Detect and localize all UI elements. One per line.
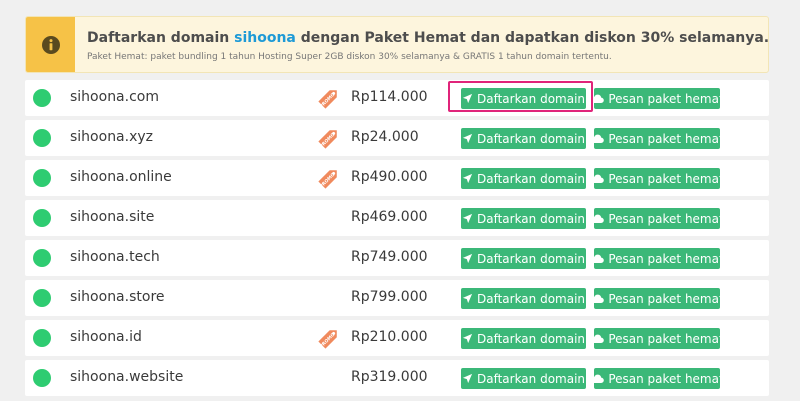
register-domain-label: Daftarkan domain bbox=[476, 291, 586, 306]
domain-price: Rp490.000 bbox=[351, 169, 428, 185]
paper-plane-icon bbox=[462, 373, 473, 384]
promo-tag-icon: PROMO bbox=[316, 165, 342, 195]
domain-name: sihoona.store bbox=[70, 289, 165, 305]
order-package-button[interactable]: Pesan paket hemat bbox=[591, 288, 724, 309]
available-status-dot bbox=[33, 169, 51, 187]
order-package-button[interactable]: Pesan paket hemat bbox=[591, 328, 724, 349]
register-domain-button[interactable]: Daftarkan domain bbox=[461, 168, 586, 189]
paper-plane-icon bbox=[462, 133, 473, 144]
domain-name: sihoona.id bbox=[70, 329, 142, 345]
order-package-button[interactable]: Pesan paket hemat bbox=[591, 128, 724, 149]
domain-name: sihoona.xyz bbox=[70, 129, 154, 145]
register-domain-button[interactable]: Daftarkan domain bbox=[461, 368, 586, 389]
order-package-label: Pesan paket hemat bbox=[608, 131, 724, 146]
domain-price: Rp749.000 bbox=[351, 249, 428, 265]
cloud-icon bbox=[591, 214, 605, 224]
order-package-label: Pesan paket hemat bbox=[608, 171, 724, 186]
register-domain-button[interactable]: Daftarkan domain bbox=[461, 288, 586, 309]
paper-plane-icon bbox=[462, 93, 473, 104]
domain-row: sihoona.website Rp319.000 Daftarkan doma… bbox=[25, 360, 769, 396]
register-domain-label: Daftarkan domain bbox=[476, 251, 586, 266]
domain-list: sihoona.com PROMO Rp114.000 Daftarkan do… bbox=[25, 80, 769, 400]
register-domain-button[interactable]: Daftarkan domain bbox=[461, 248, 586, 269]
available-status-dot bbox=[33, 369, 51, 387]
banner-brand: sihoona bbox=[234, 30, 296, 46]
domain-name: sihoona.website bbox=[70, 369, 184, 385]
register-domain-label: Daftarkan domain bbox=[476, 171, 586, 186]
order-package-button[interactable]: Pesan paket hemat bbox=[591, 168, 724, 189]
order-package-label: Pesan paket hemat bbox=[608, 211, 724, 226]
order-package-button[interactable]: Pesan paket hemat bbox=[591, 248, 724, 269]
available-status-dot bbox=[33, 329, 51, 347]
banner-title: Daftarkan domain sihoona dengan Paket He… bbox=[87, 30, 769, 46]
cloud-icon bbox=[591, 94, 605, 104]
banner-icon-box bbox=[26, 17, 75, 72]
paper-plane-icon bbox=[462, 173, 473, 184]
domain-price: Rp24.000 bbox=[351, 129, 419, 145]
register-domain-label: Daftarkan domain bbox=[476, 331, 586, 346]
promo-banner: Daftarkan domain sihoona dengan Paket He… bbox=[25, 16, 769, 73]
domain-row: sihoona.store Rp799.000 Daftarkan domain… bbox=[25, 280, 769, 316]
cloud-icon bbox=[591, 134, 605, 144]
paper-plane-icon bbox=[462, 293, 473, 304]
domain-row: sihoona.site Rp469.000 Daftarkan domain … bbox=[25, 200, 769, 236]
domain-price: Rp210.000 bbox=[351, 329, 428, 345]
cloud-icon bbox=[591, 294, 605, 304]
order-package-label: Pesan paket hemat bbox=[608, 331, 724, 346]
register-domain-button[interactable]: Daftarkan domain bbox=[461, 208, 586, 229]
available-status-dot bbox=[33, 209, 51, 227]
domain-name: sihoona.online bbox=[70, 169, 172, 185]
banner-subtitle: Paket Hemat: paket bundling 1 tahun Host… bbox=[87, 52, 612, 62]
promo-tag-icon: PROMO bbox=[316, 125, 342, 155]
promo-tag-icon: PROMO bbox=[316, 85, 342, 115]
register-domain-label: Daftarkan domain bbox=[476, 91, 586, 106]
info-icon bbox=[41, 35, 60, 54]
available-status-dot bbox=[33, 89, 51, 107]
order-package-label: Pesan paket hemat bbox=[608, 291, 724, 306]
cloud-icon bbox=[591, 374, 605, 384]
order-package-label: Pesan paket hemat bbox=[608, 91, 724, 106]
order-package-button[interactable]: Pesan paket hemat bbox=[591, 208, 724, 229]
order-package-button[interactable]: Pesan paket hemat bbox=[591, 88, 724, 109]
domain-name: sihoona.tech bbox=[70, 249, 160, 265]
domain-row: sihoona.xyz PROMO Rp24.000 Daftarkan dom… bbox=[25, 120, 769, 156]
cloud-icon bbox=[591, 254, 605, 264]
paper-plane-icon bbox=[462, 333, 473, 344]
domain-name: sihoona.site bbox=[70, 209, 155, 225]
order-package-button[interactable]: Pesan paket hemat bbox=[591, 368, 724, 389]
promo-tag-icon: PROMO bbox=[316, 325, 342, 355]
cloud-icon bbox=[591, 174, 605, 184]
paper-plane-icon bbox=[462, 253, 473, 264]
domain-row: sihoona.online PROMO Rp490.000 Daftarkan… bbox=[25, 160, 769, 196]
domain-price: Rp469.000 bbox=[351, 209, 428, 225]
domain-price: Rp799.000 bbox=[351, 289, 428, 305]
banner-title-suffix: dengan Paket Hemat dan dapatkan diskon 3… bbox=[295, 30, 769, 46]
register-domain-button[interactable]: Daftarkan domain bbox=[461, 128, 586, 149]
register-domain-label: Daftarkan domain bbox=[476, 131, 586, 146]
domain-name: sihoona.com bbox=[70, 89, 159, 105]
domain-row: sihoona.tech Rp749.000 Daftarkan domain … bbox=[25, 240, 769, 276]
domain-row: sihoona.com PROMO Rp114.000 Daftarkan do… bbox=[25, 80, 769, 116]
register-domain-label: Daftarkan domain bbox=[476, 211, 586, 226]
available-status-dot bbox=[33, 289, 51, 307]
paper-plane-icon bbox=[462, 213, 473, 224]
order-package-label: Pesan paket hemat bbox=[608, 371, 724, 386]
available-status-dot bbox=[33, 129, 51, 147]
available-status-dot bbox=[33, 249, 51, 267]
order-package-label: Pesan paket hemat bbox=[608, 251, 724, 266]
cloud-icon bbox=[591, 334, 605, 344]
domain-price: Rp114.000 bbox=[351, 89, 428, 105]
domain-row: sihoona.id PROMO Rp210.000 Daftarkan dom… bbox=[25, 320, 769, 356]
register-domain-button[interactable]: Daftarkan domain bbox=[461, 328, 586, 349]
domain-price: Rp319.000 bbox=[351, 369, 428, 385]
banner-title-prefix: Daftarkan domain bbox=[87, 30, 235, 46]
register-domain-button[interactable]: Daftarkan domain bbox=[461, 88, 586, 109]
register-domain-label: Daftarkan domain bbox=[476, 371, 586, 386]
